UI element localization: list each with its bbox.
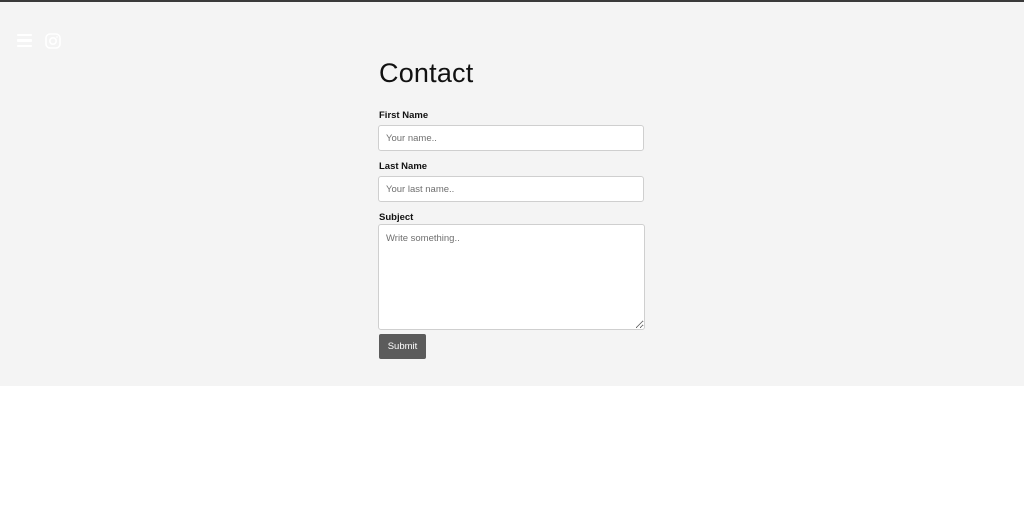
menu-bar <box>17 34 32 37</box>
hamburger-menu-icon[interactable] <box>17 34 32 47</box>
last-name-label: Last Name <box>379 161 428 172</box>
subject-textarea[interactable] <box>378 224 645 330</box>
instagram-icon[interactable] <box>45 33 61 49</box>
subject-label: Subject <box>379 212 414 223</box>
first-name-label: First Name <box>379 110 429 121</box>
page: Contact First Name Last Name Subject Sub… <box>0 0 1024 517</box>
submit-button[interactable]: Submit <box>379 334 426 359</box>
page-title: Contact <box>379 58 474 88</box>
first-name-input[interactable] <box>378 125 644 151</box>
menu-bar <box>17 44 32 47</box>
menu-bar <box>17 39 32 42</box>
last-name-input[interactable] <box>378 176 644 202</box>
